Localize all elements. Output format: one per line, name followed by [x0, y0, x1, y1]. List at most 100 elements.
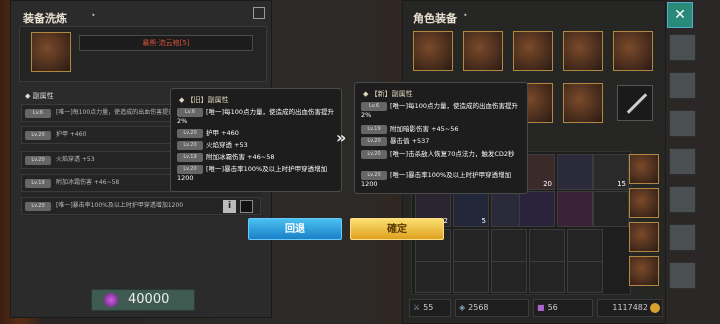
- back-button[interactable]: 回退: [248, 218, 342, 240]
- bag-cell[interactable]: [491, 229, 527, 265]
- sword-stat-icon: ⚔: [413, 303, 421, 312]
- hammer-icon[interactable]: [669, 34, 696, 61]
- tooltip-row-text: 附加暗影伤害 +45~56: [390, 125, 459, 133]
- item-name-bar: 暴熊·流云袍[5]: [79, 35, 253, 51]
- equipment-panel-title: 角色装备: [413, 12, 457, 25]
- bag-cell[interactable]: [415, 261, 451, 293]
- tooltip-row: Lv.6 [唯一]每100点力量，使造成的出血伤害提升2%: [361, 102, 521, 120]
- side-toolbar: ✕: [666, 0, 696, 324]
- sword-icon: [626, 93, 648, 114]
- level-badge: Lv.20: [177, 141, 203, 150]
- forge-icon[interactable]: [669, 224, 696, 251]
- close-button[interactable]: ✕: [667, 2, 693, 28]
- title-dot-icon: •: [91, 11, 96, 20]
- upgrade-icon[interactable]: [669, 148, 696, 175]
- bag-cell[interactable]: [529, 261, 565, 293]
- level-badge: Lv.20: [177, 129, 203, 138]
- side-item-slot[interactable]: [629, 154, 659, 184]
- old-tooltip-title-text: 【旧】副属性: [186, 96, 229, 104]
- confirm-button[interactable]: 確定: [350, 218, 444, 240]
- new-substats-tooltip: ◆ 【新】副属性 Lv.6 [唯一]每100点力量，使造成的出血伤害提升2% Lv…: [354, 82, 528, 194]
- level-badge: Lv.20: [25, 202, 51, 211]
- defense-value: 2568: [468, 303, 489, 312]
- gem-icon: ■: [537, 303, 545, 312]
- tooltip-row-text: 附加冰霜伤害 +46~58: [206, 153, 275, 161]
- defense-stat: ◈ 2568: [455, 299, 529, 317]
- tooltip-row: Lv.20 火焰穿透 +53: [177, 141, 248, 150]
- bag-cell[interactable]: 5: [453, 191, 489, 227]
- stack-count: 20: [543, 180, 552, 188]
- attack-stat: ⚔ 55: [409, 299, 451, 317]
- compare-arrow-icon: »: [336, 128, 347, 147]
- bag-cell[interactable]: 15: [593, 154, 629, 190]
- tooltip-row-text: [唯一]击杀敌人恢复70点法力，触发CD2秒: [390, 150, 515, 158]
- amulet-slot[interactable]: [563, 31, 603, 71]
- weapon-slot[interactable]: [617, 85, 653, 121]
- bag-cell[interactable]: [519, 191, 555, 227]
- substat-text: 附加冰霜伤害 +46~58: [56, 179, 120, 186]
- tooltip-row: Lv.20 [唯一]暴击率100%及以上时护甲穿透增加1200: [177, 165, 337, 183]
- gem-value: 56: [547, 303, 558, 312]
- anvil-icon[interactable]: [669, 72, 696, 99]
- tooltip-row-text: 暴击值 +537: [390, 137, 430, 145]
- belt-slot[interactable]: [613, 31, 653, 71]
- bag-cell[interactable]: [491, 261, 527, 293]
- level-badge: Lv.20: [25, 156, 51, 165]
- shield-stat-icon: ◈: [459, 303, 466, 312]
- substat-text: 火焰穿透 +53: [56, 156, 95, 163]
- stack-count: 2: [443, 217, 448, 225]
- substat-text: [唯一]每100点力量，使造成的出血伤害提升2%: [56, 109, 184, 116]
- level-badge: Lv.19: [361, 125, 387, 134]
- armor-slot[interactable]: [463, 31, 503, 71]
- shoulder-slot[interactable]: [513, 31, 553, 71]
- section-label: ◆ 副属性: [25, 92, 54, 100]
- bag-cell[interactable]: [567, 229, 603, 265]
- stack-count: 15: [617, 180, 626, 188]
- lock-checkbox[interactable]: [240, 200, 253, 213]
- tools-icon[interactable]: [669, 186, 696, 213]
- old-tooltip-title: ◆ 【旧】副属性: [179, 96, 229, 104]
- bag-cell[interactable]: [557, 154, 593, 190]
- level-badge: Lv.19: [25, 179, 51, 188]
- level-badge: Lv.6: [177, 108, 203, 117]
- ring-slot[interactable]: [563, 83, 603, 123]
- tooltip-row: Lv.6 [唯一]每100点力量，使造成的出血伤害提升2%: [177, 108, 337, 126]
- bag-cell[interactable]: [593, 191, 629, 227]
- bag-cell[interactable]: [557, 191, 593, 227]
- substat-text: 护甲 +460: [56, 131, 87, 138]
- level-badge: Lv.20: [177, 165, 203, 174]
- old-substats-tooltip: ◆ 【旧】副属性 Lv.6 [唯一]每100点力量，使造成的出血伤害提升2% Lv…: [170, 88, 342, 192]
- level-badge: Lv.20: [361, 137, 387, 146]
- bag-cell[interactable]: [453, 261, 489, 293]
- bag-cell[interactable]: [567, 261, 603, 293]
- tooltip-row: Lv.19 附加冰霜伤害 +46~58: [177, 153, 275, 162]
- level-badge: Lv.20: [361, 171, 387, 180]
- level-badge: Lv.20: [25, 131, 51, 140]
- info-icon[interactable]: i: [223, 200, 236, 213]
- new-tooltip-title-text: 【新】副属性: [370, 90, 413, 98]
- side-item-slot[interactable]: [629, 256, 659, 286]
- level-badge: Lv.6: [361, 102, 387, 111]
- tooltip-row-text: 火焰穿透 +53: [206, 141, 248, 149]
- bag-cell[interactable]: [529, 229, 565, 265]
- section-label-text: 副属性: [32, 92, 54, 100]
- level-badge: Lv.6: [25, 109, 51, 118]
- bag-cell[interactable]: [453, 229, 489, 265]
- stack-count: 5: [481, 217, 486, 225]
- expand-icon[interactable]: [253, 7, 265, 19]
- tooltip-row: Lv.20 [唯一]暴击率100%及以上时护甲穿透增加1200: [361, 171, 523, 189]
- chest-icon[interactable]: [669, 110, 696, 137]
- helmet-slot[interactable]: [413, 31, 453, 71]
- side-item-slot[interactable]: [629, 188, 659, 218]
- tooltip-row: Lv.20 暴击值 +537: [361, 137, 429, 146]
- item-robe-icon[interactable]: [31, 32, 71, 72]
- gem-stat: ■ 56: [533, 299, 593, 317]
- tooltip-row-text: 护甲 +460: [206, 129, 239, 137]
- level-badge: Lv.20: [361, 150, 387, 159]
- attack-value: 55: [423, 303, 434, 312]
- cost-value: 40000: [128, 292, 170, 307]
- crystal-icon: [104, 293, 118, 307]
- craft-icon[interactable]: [669, 262, 696, 289]
- side-item-slot[interactable]: [629, 222, 659, 252]
- level-badge: Lv.19: [177, 153, 203, 162]
